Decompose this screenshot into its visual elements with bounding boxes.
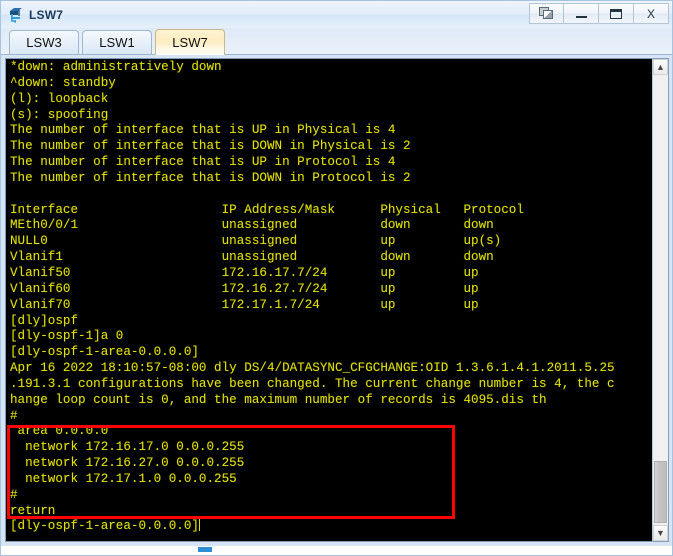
console-line: Vlanif70 172.17.1.7/24 up up — [10, 297, 479, 312]
switch-icon — [7, 6, 25, 24]
minimize-icon — [575, 16, 587, 18]
terminal-window: LSW7 X LSW3 LSW1 LSW7 *down: administrat… — [0, 0, 673, 556]
console-line: Vlanif50 172.16.17.7/24 up up — [10, 265, 479, 280]
console-line: # — [10, 408, 18, 423]
console-line: area 0.0.0.0 — [10, 424, 109, 439]
scrollbar-thumb[interactable] — [654, 461, 667, 523]
console-line: (s): spoofing — [10, 107, 109, 122]
scroll-up-button[interactable]: ▲ — [653, 59, 668, 75]
window-title: LSW7 — [29, 7, 64, 22]
text-cursor — [198, 519, 200, 532]
terminal-area: *down: administratively down ^down: stand… — [1, 55, 672, 546]
tab-lsw7[interactable]: LSW7 — [155, 29, 225, 55]
console-line: ^down: standby — [10, 75, 116, 90]
console-text: *down: administratively down ^down: stand… — [10, 60, 652, 535]
console-line: Vlanif1 unassigned down down — [10, 250, 494, 265]
console-line: [dly-ospf-1-area-0.0.0.0] — [10, 345, 199, 360]
close-button[interactable]: X — [634, 3, 669, 24]
console-line: MEth0/0/1 unassigned down down — [10, 218, 494, 233]
console-line: [dly-ospf-1]a 0 — [10, 329, 124, 344]
console-line: .191.3.1 configurations have been change… — [10, 376, 615, 391]
console-line: hange loop count is 0, and the maximum n… — [10, 392, 547, 407]
console-line: network 172.16.27.0 0.0.0.255 — [10, 456, 245, 471]
console-line: The number of interface that is UP in Ph… — [10, 123, 396, 138]
scrollbar-track[interactable] — [653, 75, 668, 525]
console-line: return — [10, 503, 56, 518]
tab-label: LSW7 — [172, 35, 208, 50]
console-line: *down: administratively down — [10, 60, 222, 74]
window-bottom-strip — [1, 546, 672, 555]
status-marker — [198, 547, 212, 552]
console-line: NULL0 unassigned up up(s) — [10, 234, 502, 249]
console-line: network 172.17.1.0 0.0.0.255 — [10, 471, 237, 486]
console-line: The number of interface that is UP in Pr… — [10, 155, 396, 170]
console-line: # — [10, 487, 18, 502]
console-output[interactable]: *down: administratively down ^down: stand… — [5, 58, 652, 542]
maximize-button[interactable] — [599, 3, 634, 24]
console-line: The number of interface that is DOWN in … — [10, 170, 411, 185]
tab-label: LSW3 — [26, 35, 62, 50]
chevron-down-icon: ▼ — [656, 527, 665, 538]
console-line: The number of interface that is DOWN in … — [10, 139, 411, 154]
window-controls: X — [529, 3, 669, 24]
chevron-up-icon: ▲ — [656, 61, 665, 72]
console-line: (l): loopback — [10, 91, 109, 106]
console-line: Vlanif60 172.16.27.7/24 up up — [10, 281, 479, 296]
maximize-icon — [610, 8, 622, 19]
tab-label: LSW1 — [99, 35, 135, 50]
tab-strip: LSW3 LSW1 LSW7 — [1, 28, 672, 55]
vertical-scrollbar[interactable]: ▲ ▼ — [652, 58, 669, 542]
console-line: [dly]ospf — [10, 313, 79, 328]
cascade-icon — [539, 7, 554, 20]
close-icon: X — [646, 6, 655, 21]
console-line: Apr 16 2022 18:10:57-08:00 dly DS/4/DATA… — [10, 361, 615, 376]
title-bar: LSW7 X — [1, 1, 672, 28]
console-line: [dly-ospf-1-area-0.0.0.0] — [10, 519, 200, 534]
tab-lsw1[interactable]: LSW1 — [82, 30, 152, 54]
scroll-down-button[interactable]: ▼ — [653, 525, 668, 541]
minimize-button[interactable] — [564, 3, 599, 24]
restore-button[interactable] — [529, 3, 564, 24]
console-line: network 172.16.17.0 0.0.0.255 — [10, 440, 245, 455]
console-line: Interface IP Address/Mask Physical Proto… — [10, 202, 524, 217]
tab-lsw3[interactable]: LSW3 — [9, 30, 79, 54]
